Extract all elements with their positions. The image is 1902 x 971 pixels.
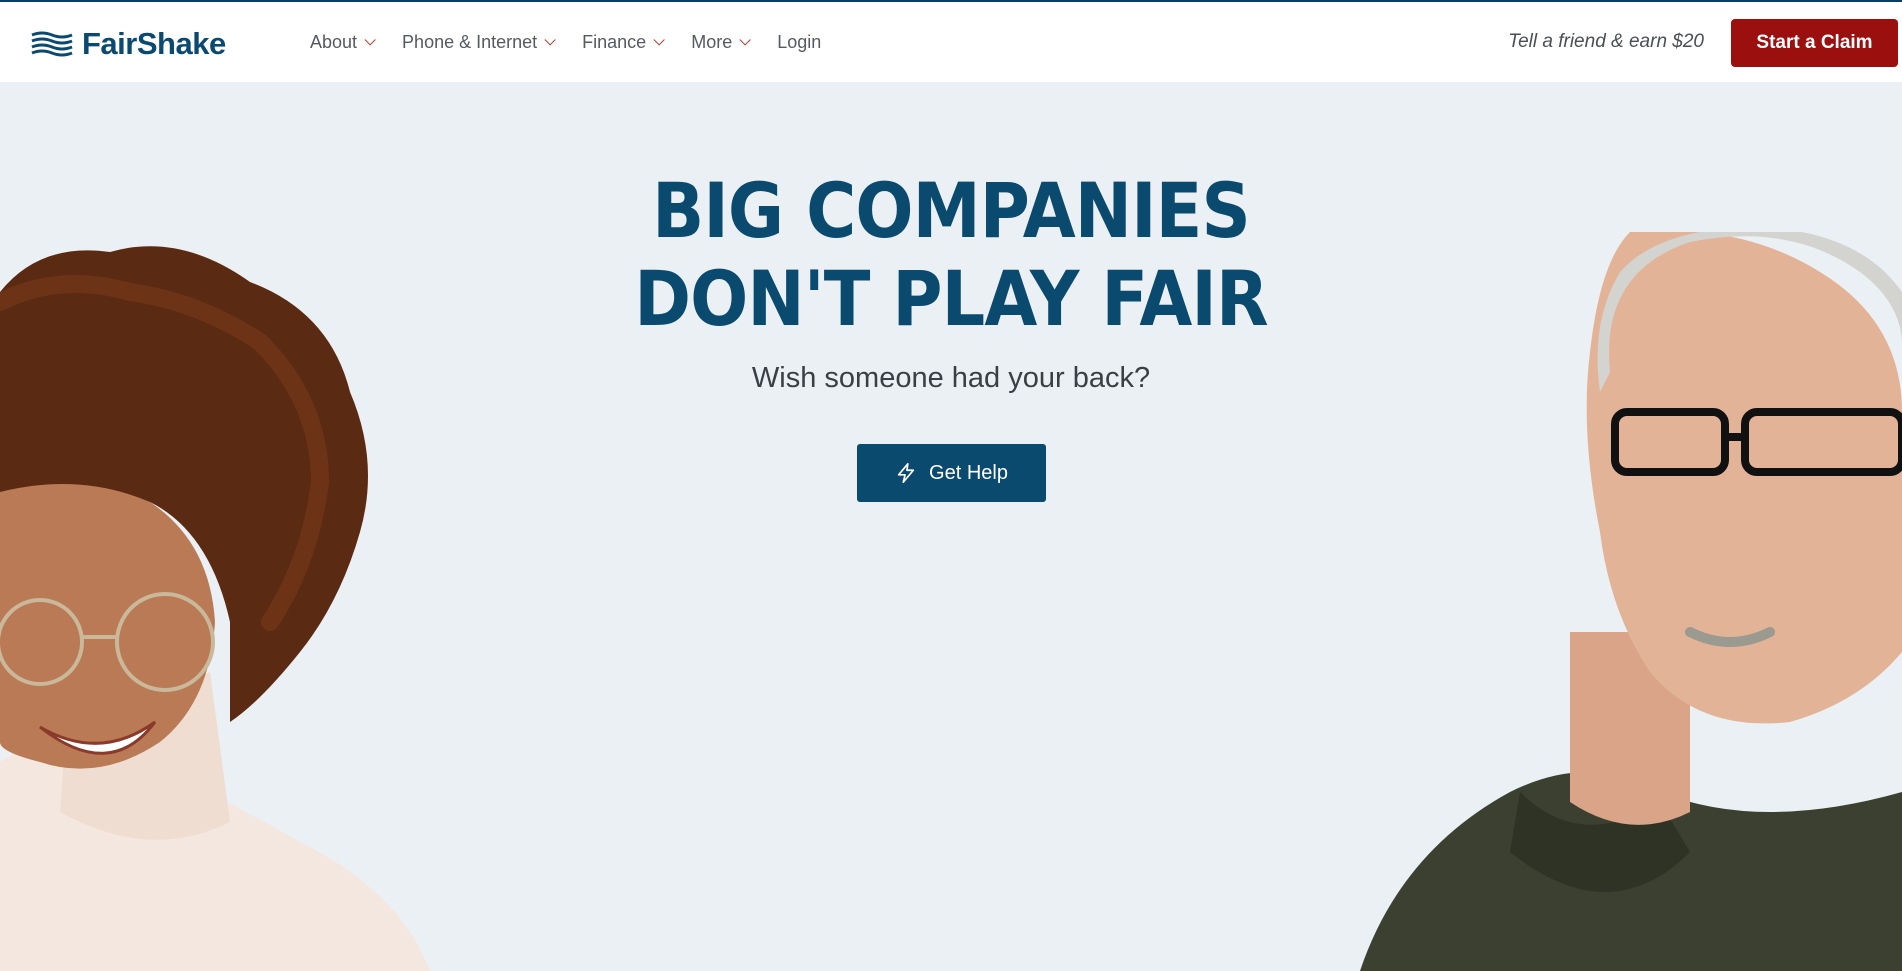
nav-item-more[interactable]: More	[691, 31, 751, 53]
nav-label: Finance	[582, 31, 647, 52]
chevron-down-icon	[544, 34, 556, 46]
nav-item-finance[interactable]: Finance	[582, 31, 665, 53]
brand-name: FairShake	[82, 26, 226, 61]
hero-subheadline: Wish someone had your back?	[751, 362, 1151, 394]
wave-stripes-icon	[31, 31, 73, 57]
nav-label: Login	[777, 31, 822, 52]
start-claim-button[interactable]: Start a Claim	[1731, 19, 1898, 67]
nav-label: About	[310, 31, 358, 52]
site-header: FairShake About Phone & Internet Finance…	[0, 2, 1902, 82]
hero-section: BIG COMPANIES DON'T PLAY FAIR Wish someo…	[0, 82, 1902, 971]
hero-headline-line1: BIG COMPANIES	[652, 166, 1251, 255]
main-nav: About Phone & Internet Finance More Logi…	[310, 2, 851, 82]
get-help-label: Get Help	[929, 461, 1008, 484]
get-help-button[interactable]: Get Help	[857, 444, 1046, 502]
chevron-down-icon	[653, 34, 665, 46]
nav-item-login[interactable]: Login	[777, 32, 821, 53]
nav-item-phone-internet[interactable]: Phone & Internet	[402, 31, 556, 53]
hero-headline-line2: DON'T PLAY FAIR	[634, 254, 1268, 343]
chevron-down-icon	[739, 34, 751, 46]
hero-headline: BIG COMPANIES DON'T PLAY FAIR	[95, 167, 1807, 343]
nav-label: Phone & Internet	[402, 31, 538, 52]
nav-item-about[interactable]: About	[310, 31, 376, 53]
chevron-down-icon	[364, 34, 376, 46]
refer-friend-link[interactable]: Tell a friend & earn $20	[1508, 2, 1704, 82]
brand-logo[interactable]: FairShake	[30, 26, 226, 62]
nav-label: More	[691, 31, 733, 52]
lightning-icon	[897, 463, 915, 483]
